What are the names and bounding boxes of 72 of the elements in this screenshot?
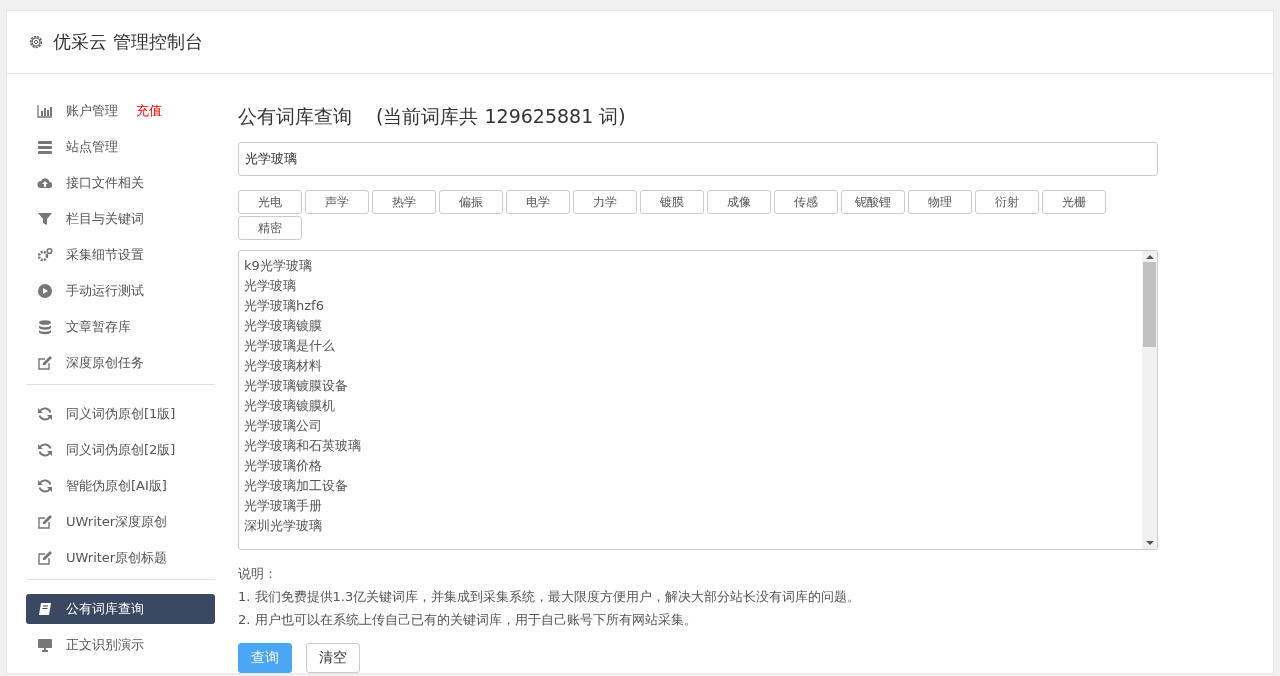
- keyword-tag[interactable]: 精密: [238, 216, 302, 240]
- menu-item-icon: [37, 478, 53, 494]
- sidebar-item[interactable]: 站点管理: [26, 132, 215, 162]
- keyword-tag[interactable]: 传感: [774, 190, 838, 214]
- result-line: 光学玻璃是什么: [244, 337, 336, 355]
- sidebar-item[interactable]: 智能伪原创[AI版]: [26, 471, 215, 501]
- result-line: 光学玻璃和石英玻璃: [244, 437, 362, 455]
- scroll-down-icon[interactable]: [1145, 540, 1154, 546]
- keyword-tag[interactable]: 电学: [506, 190, 570, 214]
- app-title: 优采云 管理控制台: [53, 30, 203, 54]
- menu-item-icon: [37, 283, 53, 299]
- menu-item-icon: [37, 406, 53, 422]
- result-line: 光学玻璃镀膜: [244, 317, 323, 335]
- note-text: 1. 我们免费提供1.3亿关键词库，并集成到采集系统，最大限度方便用户，解决大部分站长没有词库的问题。: [238, 588, 862, 606]
- sidebar-item[interactable]: 栏目与关键词: [26, 204, 215, 234]
- scroll-up-icon[interactable]: [1145, 254, 1154, 260]
- result-line: 光学玻璃: [244, 277, 297, 295]
- result-line: k9光学玻璃: [244, 257, 313, 275]
- keyword-tag[interactable]: 力学: [573, 190, 637, 214]
- sidebar-item[interactable]: 正文识别演示: [26, 630, 215, 660]
- menu-item-icon: [37, 247, 53, 263]
- menu-item-icon: [37, 514, 53, 530]
- clear-button[interactable]: 清空: [306, 643, 360, 673]
- sidebar-item[interactable]: 同义词伪原创[1版]: [26, 399, 215, 429]
- keyword-tag[interactable]: 物理: [908, 190, 972, 214]
- sidebar-item[interactable]: 同义词伪原创[2版]: [26, 435, 215, 465]
- menu-item-icon: [37, 103, 53, 119]
- keyword-tag[interactable]: 光栅: [1042, 190, 1106, 214]
- keyword-tag[interactable]: 声学: [305, 190, 369, 214]
- scroll-thumb[interactable]: [1143, 262, 1156, 347]
- menu-item-icon: [37, 211, 53, 227]
- sidebar-item[interactable]: 接口文件相关: [26, 168, 215, 198]
- settings-icon: [27, 33, 45, 51]
- keyword-tag[interactable]: 铌酸锂: [841, 190, 905, 214]
- search-field[interactable]: 光学玻璃: [238, 142, 1158, 176]
- sidebar-item[interactable]: 手动运行测试: [26, 276, 215, 306]
- sidebar-item[interactable]: 采集细节设置: [26, 240, 215, 270]
- menu-item-icon: [37, 175, 53, 191]
- note-text: 说明：: [238, 565, 278, 583]
- keyword-tag[interactable]: 镀膜: [640, 190, 704, 214]
- result-line: 深圳光学玻璃: [244, 517, 323, 535]
- keyword-tag[interactable]: 成像: [707, 190, 771, 214]
- menu-item-icon: [37, 319, 53, 335]
- note-text: 2. 用户也可以在系统上传自己已有的关键词库，用于自己账号下所有网站采集。: [238, 611, 698, 629]
- word-count: (当前词库共 129625881 词): [376, 104, 626, 129]
- sidebar-item[interactable]: 文章暂存库: [26, 312, 215, 342]
- keyword-tag[interactable]: 光电: [238, 190, 302, 214]
- sidebar-item[interactable]: UWriter深度原创: [26, 507, 215, 537]
- menu-item-icon: [37, 355, 53, 371]
- menu-item-icon: [37, 139, 53, 155]
- result-line: 光学玻璃镀膜设备: [244, 377, 349, 395]
- sidebar-item[interactable]: 公有词库查询: [26, 594, 215, 624]
- result-line: 光学玻璃加工设备: [244, 477, 349, 495]
- result-line: 光学玻璃材料: [244, 357, 323, 375]
- result-line: 光学玻璃手册: [244, 497, 323, 515]
- sidebar-item[interactable]: UWriter原创标题: [26, 543, 215, 573]
- results-box[interactable]: k9光学玻璃 光学玻璃 光学玻璃hzf6 光学玻璃镀膜 光学玻璃是什么 光学玻璃材料 光学玻璃镀膜设备 光学玻璃镀膜机 光学玻璃公司 光学玻璃和石英玻璃 光学玻璃价格 光学玻璃加工设备 光学玻璃手册 深圳光学玻璃: [238, 250, 1158, 550]
- keyword-tag[interactable]: 衍射: [975, 190, 1039, 214]
- menu-item-icon: [37, 550, 53, 566]
- result-line: 光学玻璃镀膜机: [244, 397, 336, 415]
- sidebar-item[interactable]: 深度原创任务: [26, 348, 215, 378]
- result-line: 光学玻璃hzf6: [244, 297, 325, 315]
- keyword-tag[interactable]: 热学: [372, 190, 436, 214]
- menu-item-icon: [37, 601, 53, 617]
- keyword-tag[interactable]: 偏振: [439, 190, 503, 214]
- result-line: 光学玻璃公司: [244, 417, 323, 435]
- recharge-link[interactable]: 充值: [136, 102, 162, 120]
- sidebar-item[interactable]: 账户管理 充值: [26, 96, 215, 126]
- page-title: 公有词库查询: [238, 104, 352, 129]
- result-line: 光学玻璃价格: [244, 457, 323, 475]
- menu-item-icon: [37, 442, 53, 458]
- menu-item-icon: [37, 637, 53, 653]
